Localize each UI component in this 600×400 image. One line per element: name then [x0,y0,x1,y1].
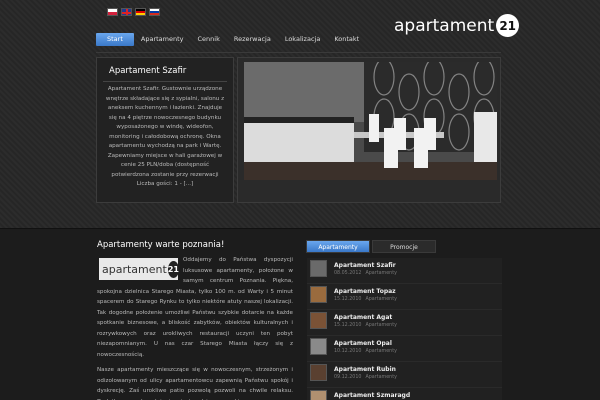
apartment-title[interactable]: Apartament Agat [334,314,392,321]
featured-text: Apartament Szafir. Gustownie urządzone w… [105,86,225,187]
nav-divider [96,52,501,53]
apartment-title[interactable]: Apartament Rubin [334,366,396,373]
logo-number: 21 [496,14,520,37]
apartment-list: Apartament Szafir 08.05.2012 Apartamenty … [307,258,502,400]
content-title: Apartamenty warte poznania! [97,240,225,250]
logo-word: apartament [394,15,495,36]
list-item[interactable]: Apartament Szafir 08.05.2012 Apartamenty [307,258,502,284]
apartment-date: 10.12.2010 [334,349,362,354]
site-logo[interactable]: apartament 21 [394,14,520,37]
nav-lokalizacja[interactable]: Lokalizacja [278,33,328,46]
content-band [0,228,600,400]
list-item[interactable]: Apartament Agat 15.12.2010 Apartamenty [307,310,502,336]
apartment-thumbnail[interactable] [310,260,327,277]
apartment-meta: 09.12.2010 Apartamenty [334,375,401,380]
content-paragraph-2: Nasze apartamenty mieszczące się w nowoc… [97,367,293,400]
apartment-date: 15.12.2010 [334,297,362,302]
flag-ru-icon[interactable] [149,8,160,16]
language-switcher [107,8,160,16]
apartment-thumbnail[interactable] [310,312,327,329]
flag-pl-icon[interactable] [107,8,118,16]
nav-start[interactable]: Start [96,33,134,46]
nav-rezerwacja[interactable]: Rezerwacja [227,33,278,46]
apartment-category[interactable]: Apartamenty [365,271,396,276]
apartment-title[interactable]: Apartament Szafir [334,262,396,269]
apartment-thumbnail[interactable] [310,364,327,381]
list-item[interactable]: Apartament Rubin 09.12.2010 Apartamenty [307,362,502,388]
apartment-title[interactable]: Apartament Szmaragd [334,392,410,399]
featured-slideshow [237,57,501,203]
flag-de-icon[interactable] [135,8,146,16]
apartment-thumbnail[interactable] [310,390,327,400]
apartment-meta: 15.12.2010 Apartamenty [334,323,401,328]
apartment-title[interactable]: Apartament Topaz [334,288,396,295]
apartment-category[interactable]: Apartamenty [365,349,396,354]
tab-apartamenty[interactable]: Apartamenty [306,240,370,253]
nav-apartamenty[interactable]: Apartamenty [134,33,191,46]
apartment-meta: 15.12.2010 Apartamenty [334,297,401,302]
featured-panel: Apartament Szafir Apartament Szafir. Gus… [96,57,234,203]
apartment-meta: 08.05.2012 Apartamenty [334,271,401,276]
nav-cennik[interactable]: Cennik [191,33,227,46]
apartment-category[interactable]: Apartamenty [365,375,396,380]
apartment-thumbnail[interactable] [310,286,327,303]
tab-promocje[interactable]: Promocje [372,240,436,253]
featured-photo[interactable] [244,62,497,180]
apartment-date: 09.12.2010 [334,375,362,380]
content-logo-image: apartament 21 [99,258,179,280]
main-nav: Start Apartamenty Cennik Rezerwacja Loka… [96,33,366,46]
list-item[interactable]: Apartament Topaz 15.12.2010 Apartamenty [307,284,502,310]
apartment-meta: 10.12.2010 Apartamenty [334,349,401,354]
flag-en-icon[interactable] [121,8,132,16]
sidebar-tabs: Apartamenty Promocje [306,240,436,253]
apartment-date: 15.12.2010 [334,323,362,328]
featured-divider [103,81,227,82]
content-logo-number: 21 [167,260,179,278]
list-item[interactable]: Apartament Szmaragd [307,388,502,400]
content-logo-word: apartament [102,262,167,276]
featured-title[interactable]: Apartament Szafir [109,66,186,76]
nav-kontakt[interactable]: Kontakt [327,33,366,46]
list-item[interactable]: Apartament Opal 10.12.2010 Apartamenty [307,336,502,362]
apartment-thumbnail[interactable] [310,338,327,355]
apartment-title[interactable]: Apartament Opal [334,340,392,347]
apartment-category[interactable]: Apartamenty [365,323,396,328]
apartment-date: 08.05.2012 [334,271,362,276]
apartment-category[interactable]: Apartamenty [365,297,396,302]
